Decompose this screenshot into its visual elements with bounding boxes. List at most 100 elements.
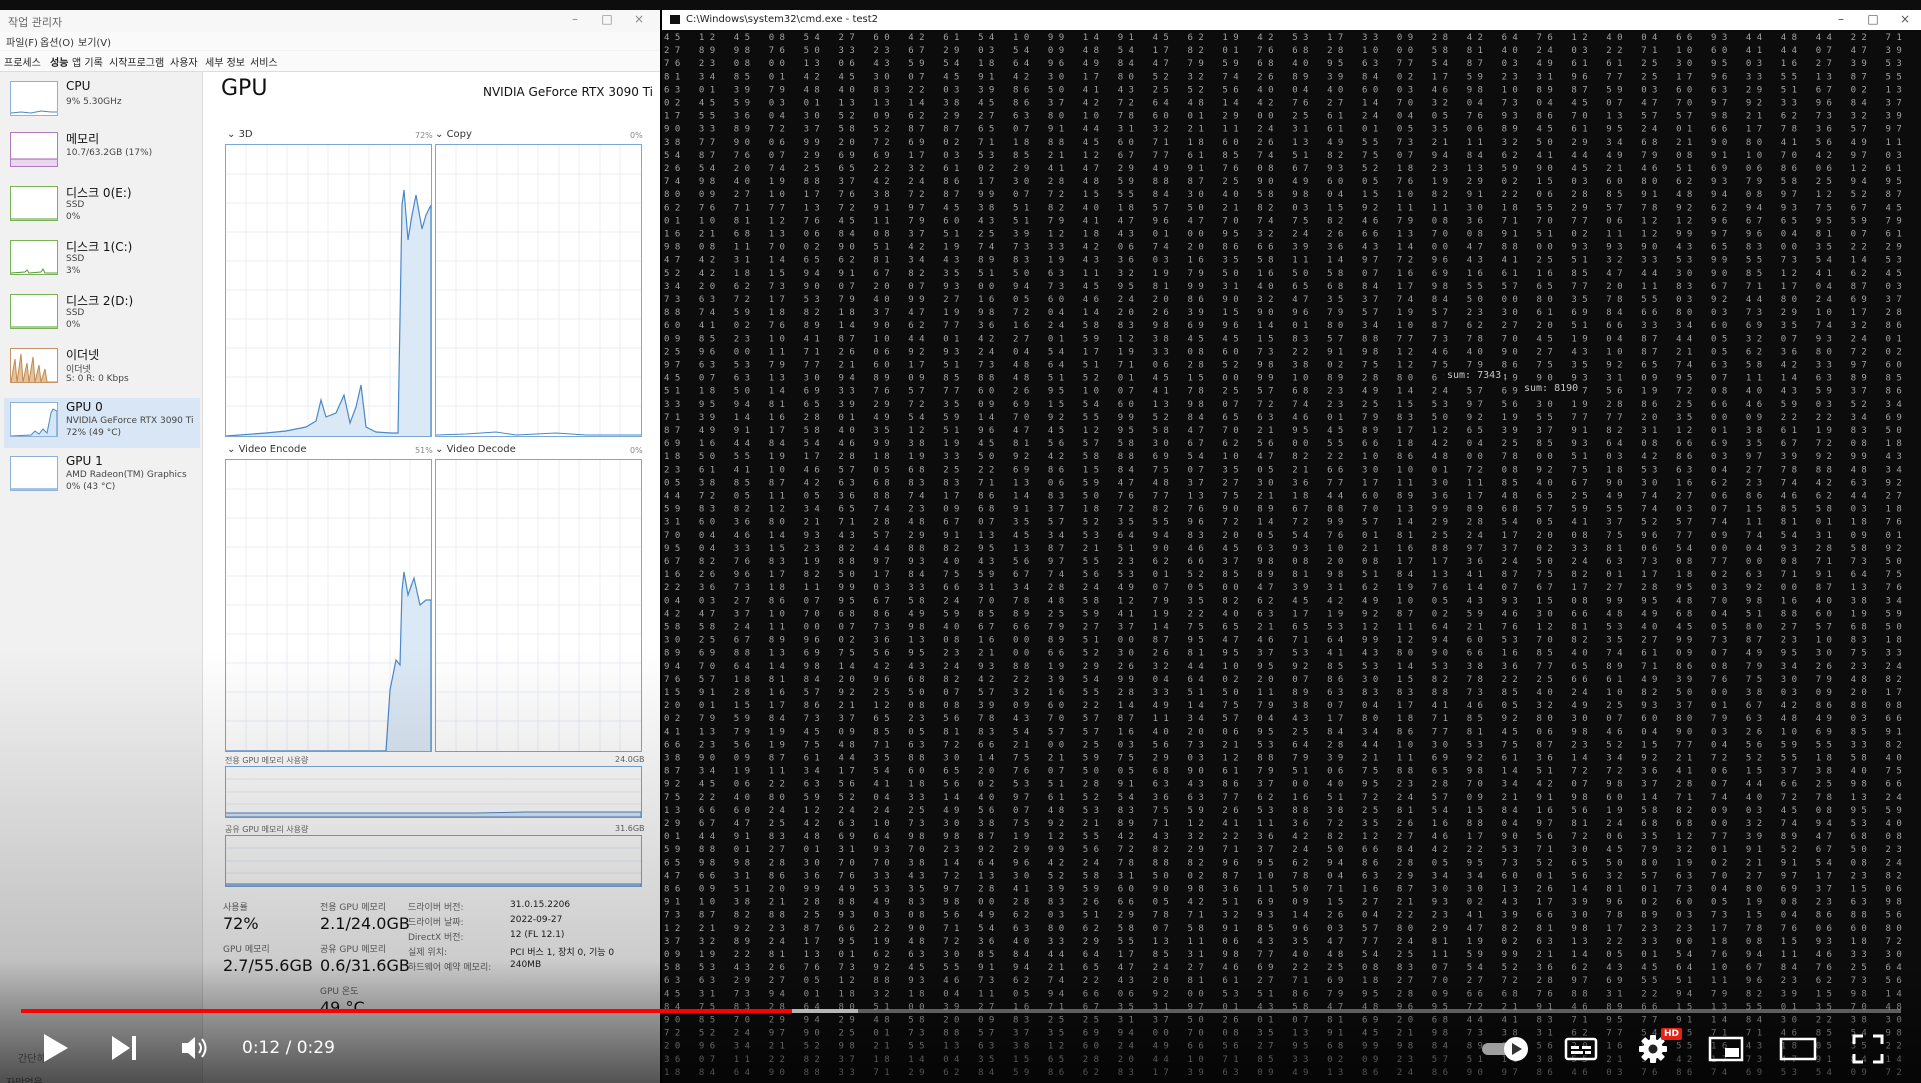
svg-text:7 6: 7 6 bbox=[839, 190, 855, 200]
engine-pct-copy: 0% bbox=[630, 131, 643, 140]
svg-text:7 6: 7 6 bbox=[1711, 675, 1727, 685]
svg-text:1 3: 1 3 bbox=[804, 59, 820, 69]
svg-text:3 4: 3 4 bbox=[1362, 321, 1378, 331]
next-icon[interactable] bbox=[110, 1034, 140, 1062]
svg-text:2 6: 2 6 bbox=[1327, 230, 1343, 240]
svg-text:0 4: 0 4 bbox=[699, 531, 715, 541]
console-output[interactable]: 4 51 24 50 85 42 76 04 26 15 41 09 91 49… bbox=[662, 30, 1921, 1083]
svg-text:1 2: 1 2 bbox=[908, 426, 924, 436]
sidebar-item-memory[interactable]: 메모리 10.7/63.2GB (17%) bbox=[4, 128, 200, 178]
svg-text:9 8: 9 8 bbox=[1188, 885, 1204, 895]
svg-text:3 7: 3 7 bbox=[1362, 295, 1378, 305]
menu-file[interactable]: 파일(F) bbox=[6, 34, 38, 49]
engine-label-video-encode[interactable]: ⌄ Video Encode bbox=[227, 444, 307, 455]
svg-text:8 0: 8 0 bbox=[664, 190, 680, 200]
menu-view[interactable]: 보기(V) bbox=[78, 34, 111, 49]
maximize-icon[interactable]: □ bbox=[592, 12, 622, 26]
svg-text:1 3: 1 3 bbox=[978, 871, 994, 881]
svg-text:0 1: 0 1 bbox=[1711, 845, 1727, 855]
tab-processes[interactable]: 프로세스 bbox=[4, 54, 41, 69]
svg-text:1 8: 1 8 bbox=[1083, 230, 1099, 240]
svg-text:6 6: 6 6 bbox=[1362, 230, 1378, 240]
svg-text:4 9: 4 9 bbox=[1327, 138, 1343, 148]
svg-text:9 8: 9 8 bbox=[664, 243, 680, 253]
svg-text:1 5: 1 5 bbox=[1327, 203, 1343, 213]
svg-text:8 0: 8 0 bbox=[1641, 177, 1657, 187]
tab-startup[interactable]: 시작프로그램 bbox=[109, 54, 164, 69]
svg-text:5 7: 5 7 bbox=[1432, 308, 1448, 318]
svg-text:3 7: 3 7 bbox=[839, 714, 855, 724]
svg-text:4 5: 4 5 bbox=[699, 780, 715, 790]
miniplayer-icon[interactable] bbox=[1708, 1036, 1744, 1062]
svg-text:2 2: 2 2 bbox=[1816, 1016, 1832, 1026]
svg-text:6 8: 6 8 bbox=[839, 609, 855, 619]
svg-text:0 0: 0 0 bbox=[1467, 452, 1483, 462]
close-icon[interactable]: × bbox=[1890, 12, 1920, 26]
svg-text:5 3: 5 3 bbox=[1083, 531, 1099, 541]
svg-text:1 4: 1 4 bbox=[1886, 1055, 1902, 1065]
svg-text:9 1: 9 1 bbox=[1816, 570, 1832, 580]
autoplay-toggle-icon[interactable] bbox=[1480, 1036, 1530, 1062]
minimize-icon[interactable]: – bbox=[1826, 12, 1856, 26]
tab-details[interactable]: 세부 정보 bbox=[205, 54, 245, 69]
svg-text:4 8: 4 8 bbox=[804, 85, 820, 95]
svg-text:7 6: 7 6 bbox=[1292, 99, 1308, 109]
tab-performance[interactable]: 성능 bbox=[50, 54, 68, 69]
svg-text:8 3: 8 3 bbox=[1118, 1068, 1134, 1078]
svg-text:9 1: 9 1 bbox=[734, 832, 750, 842]
svg-text:2 5: 2 5 bbox=[1502, 439, 1518, 449]
subtitles-icon[interactable] bbox=[1564, 1036, 1598, 1062]
svg-text:0 1: 0 1 bbox=[1711, 701, 1727, 711]
svg-text:4 2: 4 2 bbox=[1048, 858, 1064, 868]
engine-label-3d[interactable]: ⌄ 3D bbox=[227, 129, 253, 140]
volume-icon[interactable] bbox=[180, 1034, 212, 1062]
sidebar-item-cpu[interactable]: CPU 9% 5.30GHz bbox=[4, 77, 200, 127]
sidebar-item-gpu-1[interactable]: GPU 1 AMD Radeon(TM) Graphics 0% (43 °C) bbox=[4, 452, 200, 502]
svg-text:0 1: 0 1 bbox=[734, 845, 750, 855]
svg-text:7 5: 7 5 bbox=[1571, 465, 1587, 475]
sidebar-item-ethernet[interactable]: 이더넷 이더넷 S: 0 R: 0 Kbps bbox=[4, 344, 200, 394]
menu-options[interactable]: 옵션(O) bbox=[40, 34, 74, 49]
engine-label-video-decode[interactable]: ⌄ Video Decode bbox=[435, 444, 516, 455]
theater-icon[interactable] bbox=[1779, 1036, 1817, 1062]
svg-text:1 6: 1 6 bbox=[1188, 256, 1204, 266]
svg-text:7 1: 7 1 bbox=[1746, 1029, 1762, 1039]
sidebar-item-disk-1[interactable]: 디스크 1(C:) SSD 3% bbox=[4, 236, 200, 286]
svg-text:0 8: 0 8 bbox=[1851, 858, 1867, 868]
svg-text:9 6: 9 6 bbox=[1292, 924, 1308, 934]
svg-text:4 0: 4 0 bbox=[1467, 347, 1483, 357]
tab-app-history[interactable]: 앱 기록 bbox=[72, 54, 103, 69]
svg-text:7 7: 7 7 bbox=[1571, 413, 1587, 423]
play-icon[interactable] bbox=[40, 1032, 70, 1064]
svg-text:7 0: 7 0 bbox=[1467, 780, 1483, 790]
svg-text:5 6: 5 6 bbox=[1571, 871, 1587, 881]
svg-text:9 8: 9 8 bbox=[1711, 112, 1727, 122]
svg-text:4 2: 4 2 bbox=[1013, 72, 1029, 82]
engine-label-copy[interactable]: ⌄ Copy bbox=[435, 129, 472, 140]
svg-text:6 0: 6 0 bbox=[1851, 924, 1867, 934]
sidebar-item-gpu-0[interactable]: GPU 0 NVIDIA GeForce RTX 3090 Ti 72% (49… bbox=[4, 398, 200, 448]
svg-text:9 4: 9 4 bbox=[734, 400, 750, 410]
svg-text:7 0: 7 0 bbox=[1432, 230, 1448, 240]
maximize-icon[interactable]: □ bbox=[1858, 12, 1888, 26]
svg-text:6 1: 6 1 bbox=[804, 754, 820, 764]
svg-text:7 2: 7 2 bbox=[943, 740, 959, 750]
svg-text:0 4: 0 4 bbox=[1048, 308, 1064, 318]
fullscreen-icon[interactable] bbox=[1852, 1034, 1884, 1064]
svg-text:4 8: 4 8 bbox=[908, 518, 924, 528]
close-icon[interactable]: × bbox=[624, 12, 654, 26]
svg-text:1 4: 1 4 bbox=[839, 662, 855, 672]
svg-text:5 6: 5 6 bbox=[873, 649, 889, 659]
svg-text:1 8: 1 8 bbox=[734, 269, 750, 279]
progress-bar[interactable] bbox=[21, 1009, 1901, 1013]
minimize-icon[interactable]: – bbox=[560, 12, 590, 26]
svg-text:7 2: 7 2 bbox=[943, 937, 959, 947]
svg-text:0 7: 0 7 bbox=[1362, 269, 1378, 279]
sidebar-item-disk-0[interactable]: 디스크 0(E:) SSD 0% bbox=[4, 182, 200, 232]
tab-services[interactable]: 서비스 bbox=[250, 54, 278, 69]
tab-users[interactable]: 사용자 bbox=[170, 54, 198, 69]
svg-text:1 0: 1 0 bbox=[873, 334, 889, 344]
svg-text:2 8: 2 8 bbox=[804, 413, 820, 423]
sidebar-item-disk-2[interactable]: 디스크 2(D:) SSD 0% bbox=[4, 290, 200, 340]
svg-text:8 1: 8 1 bbox=[1781, 518, 1797, 528]
